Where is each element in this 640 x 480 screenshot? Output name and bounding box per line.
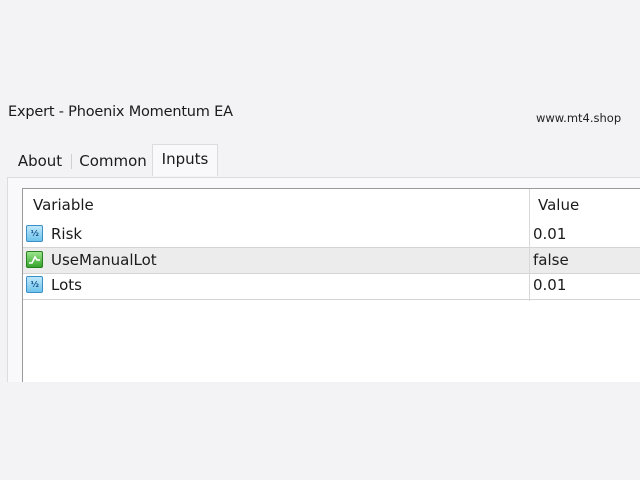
numeric-icon: ½ xyxy=(26,276,43,293)
column-divider[interactable] xyxy=(529,189,530,301)
tab-common[interactable]: Common xyxy=(74,147,152,175)
window-title: Expert - Phoenix Momentum EA xyxy=(8,104,233,120)
tab-inputs[interactable]: Inputs xyxy=(152,144,218,176)
variable-value[interactable]: false xyxy=(533,248,569,273)
boolean-icon xyxy=(26,251,43,268)
numeric-icon: ½ xyxy=(26,225,43,242)
variable-name: UseManualLot xyxy=(51,251,157,269)
table-row[interactable]: UseManualLot false xyxy=(23,247,640,274)
variable-name: Lots xyxy=(51,276,82,294)
variable-value[interactable]: 0.01 xyxy=(533,273,566,298)
expert-properties-dialog: Expert - Phoenix Momentum EA www.mt4.sho… xyxy=(0,0,640,480)
inputs-grid[interactable]: Variable Value ½ Risk 0.01 UseManualLot … xyxy=(22,188,640,382)
tab-about[interactable]: About xyxy=(9,147,71,175)
table-row[interactable]: ½ Lots 0.01 xyxy=(23,273,640,300)
watermark-text: www.mt4.shop xyxy=(536,111,622,125)
tab-separator xyxy=(71,154,72,169)
variable-name: Risk xyxy=(51,225,83,243)
table-row[interactable]: ½ Risk 0.01 xyxy=(23,222,640,248)
column-header-value[interactable]: Value xyxy=(538,189,579,222)
column-header-variable[interactable]: Variable xyxy=(33,189,94,222)
variable-value[interactable]: 0.01 xyxy=(533,222,566,247)
grid-header: Variable Value xyxy=(23,189,640,222)
